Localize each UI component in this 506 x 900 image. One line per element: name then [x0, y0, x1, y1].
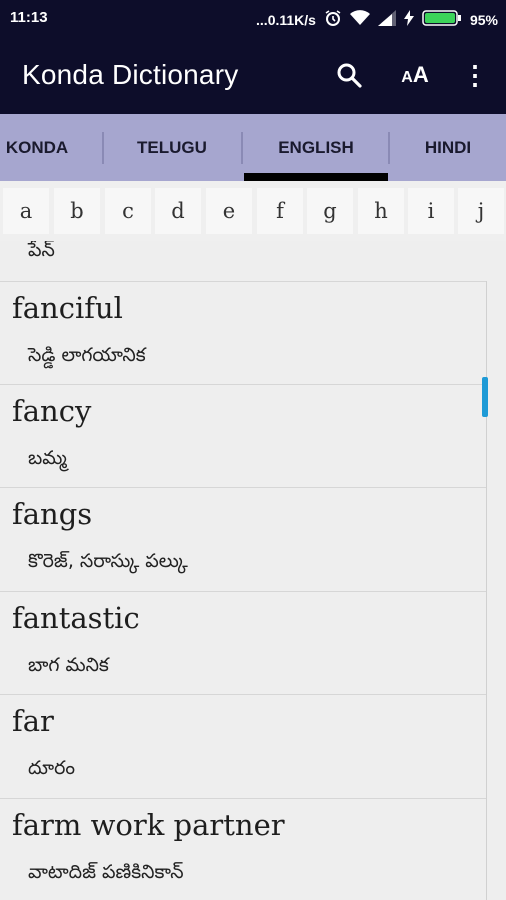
letter-j[interactable]: j: [458, 188, 504, 234]
battery-percent: 95%: [469, 11, 498, 28]
tab-konda[interactable]: KONDA: [0, 114, 74, 181]
letter-g[interactable]: g: [307, 188, 353, 234]
list-item[interactable]: fangs కొరెజ్, సరాస్కు పల్కు: [0, 487, 486, 591]
network-speed: ...0.11K/s: [256, 11, 316, 28]
list-item[interactable]: fanciful సెడ్డి లాగయానిక: [0, 281, 486, 384]
entry-word: far: [12, 704, 54, 738]
battery-icon: [422, 10, 462, 29]
entry-meaning: కొరెజ్, సరాస్కు పల్కు: [28, 550, 188, 572]
word-list[interactable]: పేన్ fanciful సెడ్డి లాగయానిక fancy బమ్మ…: [0, 241, 506, 900]
entry-meaning: బాగ మనిక: [28, 654, 109, 676]
letter-e[interactable]: e: [206, 188, 252, 234]
entry-meaning: వాటాదిజ్ పణికినికాన్: [28, 861, 184, 883]
tab-hindi[interactable]: HINDI: [390, 114, 506, 181]
status-bar: 11:13 ...0.11K/s 95%: [0, 0, 506, 36]
entry-word: fanciful: [12, 291, 123, 325]
entry-word: fancy: [12, 394, 92, 428]
wifi-icon: [349, 10, 370, 29]
letter-a[interactable]: a: [3, 188, 49, 234]
list-item[interactable]: fancy బమ్మ: [0, 384, 486, 487]
language-tabs: KONDA TELUGU ENGLISH HINDI: [0, 114, 506, 181]
letter-f[interactable]: f: [257, 188, 303, 234]
list-item[interactable]: fantastic బాగ మనిక: [0, 591, 486, 694]
signal-icon: [377, 10, 396, 29]
fast-scroll-track: [486, 281, 487, 900]
partial-entry-meaning: పేన్: [28, 241, 55, 261]
letter-d[interactable]: d: [155, 188, 201, 234]
entry-meaning: సెడ్డి లాగయానిక: [28, 344, 146, 366]
selected-tab-indicator: [244, 173, 388, 181]
scrollbar-thumb[interactable]: [482, 377, 488, 417]
charging-icon: [403, 10, 414, 29]
list-item[interactable]: far దూరం: [0, 694, 486, 798]
entry-meaning: బమ్మ: [28, 447, 67, 469]
more-vert-icon: ⋮: [462, 59, 488, 90]
entry-meaning: దూరం: [28, 757, 76, 779]
app-bar: Konda Dictionary AA ⋮: [0, 36, 506, 114]
search-icon: [337, 63, 362, 88]
entry-word: farm work partner: [12, 808, 285, 842]
letter-b[interactable]: b: [54, 188, 100, 234]
entry-word: fantastic: [12, 601, 140, 635]
list-item[interactable]: farm work partner వాటాదిజ్ పణికినికాన్: [0, 798, 486, 900]
tab-telugu[interactable]: TELUGU: [104, 114, 240, 181]
letter-i[interactable]: i: [408, 188, 454, 234]
letter-h[interactable]: h: [358, 188, 404, 234]
letter-c[interactable]: c: [105, 188, 151, 234]
tab-english[interactable]: ENGLISH: [244, 114, 388, 181]
status-icons: ...0.11K/s 95%: [256, 9, 498, 30]
tab-divider: [241, 132, 243, 164]
alarm-icon: [324, 9, 342, 30]
search-button[interactable]: [330, 56, 368, 94]
text-size-icon: AA: [401, 62, 429, 87]
text-size-button[interactable]: AA: [396, 56, 434, 94]
app-title: Konda Dictionary: [22, 59, 239, 90]
more-options-button[interactable]: ⋮: [456, 56, 494, 94]
status-time: 11:13: [10, 9, 48, 26]
alphabet-index: a b c d e f g h i j: [0, 181, 506, 241]
entry-word: fangs: [12, 497, 93, 531]
